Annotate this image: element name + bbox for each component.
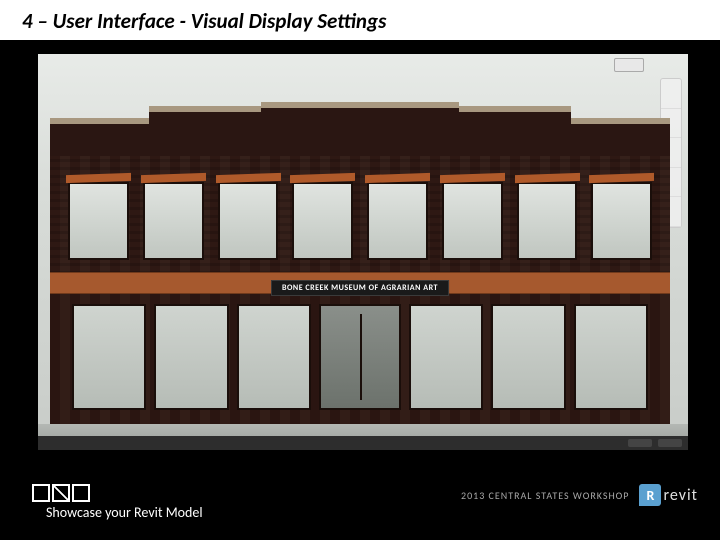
footer-right: 2013 CENTRAL STATES WORKSHOP R revit (461, 484, 698, 506)
slide: 4 – User Interface - Visual Display Sett… (0, 0, 720, 540)
entry-door (319, 304, 400, 410)
upper-windows (68, 182, 652, 260)
slide-title: 4 – User Interface - Visual Display Sett… (22, 8, 698, 34)
title-bar: 4 – User Interface - Visual Display Sett… (0, 0, 720, 40)
workshop-label: 2013 CENTRAL STATES WORKSHOP (461, 489, 629, 502)
revit-text: revit (663, 486, 698, 505)
slide-caption: Showcase your Revit Model (46, 504, 203, 521)
roofline (50, 104, 670, 160)
storefront (72, 304, 648, 410)
app-screenshot: BONE CREEK MUSEUM OF AGRARIAN ART (38, 54, 688, 450)
revit-logo: R revit (639, 484, 698, 506)
status-chip[interactable] (628, 439, 652, 447)
rkc-logo-icon (32, 484, 90, 502)
status-bar (38, 436, 688, 450)
status-chip[interactable] (658, 439, 682, 447)
building-render: BONE CREEK MUSEUM OF AGRARIAN ART (50, 104, 670, 424)
slide-footer: Showcase your Revit Model 2013 CENTRAL S… (0, 450, 720, 540)
revit-r-icon: R (639, 484, 661, 506)
viewport-button[interactable] (614, 58, 644, 72)
building-sign: BONE CREEK MUSEUM OF AGRARIAN ART (271, 280, 449, 296)
